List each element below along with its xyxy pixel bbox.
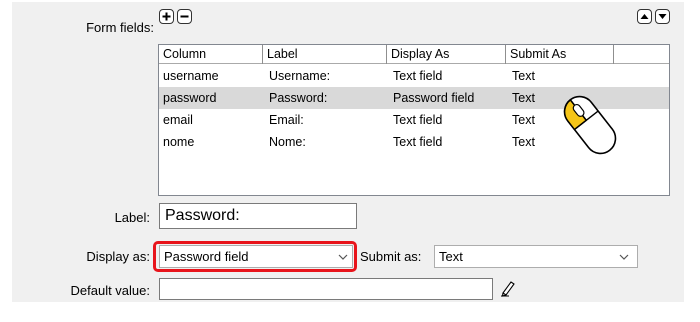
column-header-display-as[interactable]: Display As xyxy=(387,45,506,64)
plus-icon[interactable] xyxy=(159,9,174,24)
submit-as-select[interactable]: Text xyxy=(434,245,638,268)
cell-column: password xyxy=(163,91,217,105)
column-header-submit-as[interactable]: Submit As xyxy=(506,45,614,64)
mouse-click-icon xyxy=(563,95,617,155)
cell-submit-as: Text xyxy=(512,135,535,149)
chevron-down-icon xyxy=(619,254,629,260)
cell-label: Username: xyxy=(269,69,331,83)
table-header: Column Label Display As Submit As xyxy=(159,45,669,64)
triangle-down-icon[interactable] xyxy=(655,9,670,24)
cell-submit-as: Text xyxy=(512,113,535,127)
cell-display-as: Text field xyxy=(393,69,443,83)
form-fields-label: Form fields: xyxy=(86,20,154,35)
cell-display-as: Password field xyxy=(393,91,475,105)
form-fields-table[interactable]: Column Label Display As Submit As userna… xyxy=(158,44,670,196)
display-as-label: Display as: xyxy=(86,249,150,264)
cell-label: Password: xyxy=(269,91,328,105)
cell-label: Nome: xyxy=(269,135,306,149)
cell-column: username xyxy=(163,69,219,83)
submit-as-label: Submit as: xyxy=(360,249,422,264)
cell-column: nome xyxy=(163,135,195,149)
submit-as-value: Text xyxy=(439,249,463,264)
cell-display-as: Text field xyxy=(393,113,443,127)
triangle-up-icon[interactable] xyxy=(637,9,652,24)
table-row[interactable]: username Username: Text field Text xyxy=(159,65,669,87)
column-header-label[interactable]: Label xyxy=(263,45,387,64)
cell-column: email xyxy=(163,113,193,127)
pencil-icon[interactable] xyxy=(499,279,517,297)
cell-label: Email: xyxy=(269,113,304,127)
display-as-highlight xyxy=(153,241,357,272)
cell-submit-as: Text xyxy=(512,91,535,105)
minus-icon[interactable] xyxy=(177,9,192,24)
cell-display-as: Text field xyxy=(393,135,443,149)
default-value-label: Default value: xyxy=(70,283,151,298)
label-input[interactable]: Password: xyxy=(159,203,357,229)
label-field-label: Label: xyxy=(114,210,150,225)
column-header-column[interactable]: Column xyxy=(159,45,263,64)
default-value-input[interactable] xyxy=(159,278,493,300)
cell-submit-as: Text xyxy=(512,69,535,83)
